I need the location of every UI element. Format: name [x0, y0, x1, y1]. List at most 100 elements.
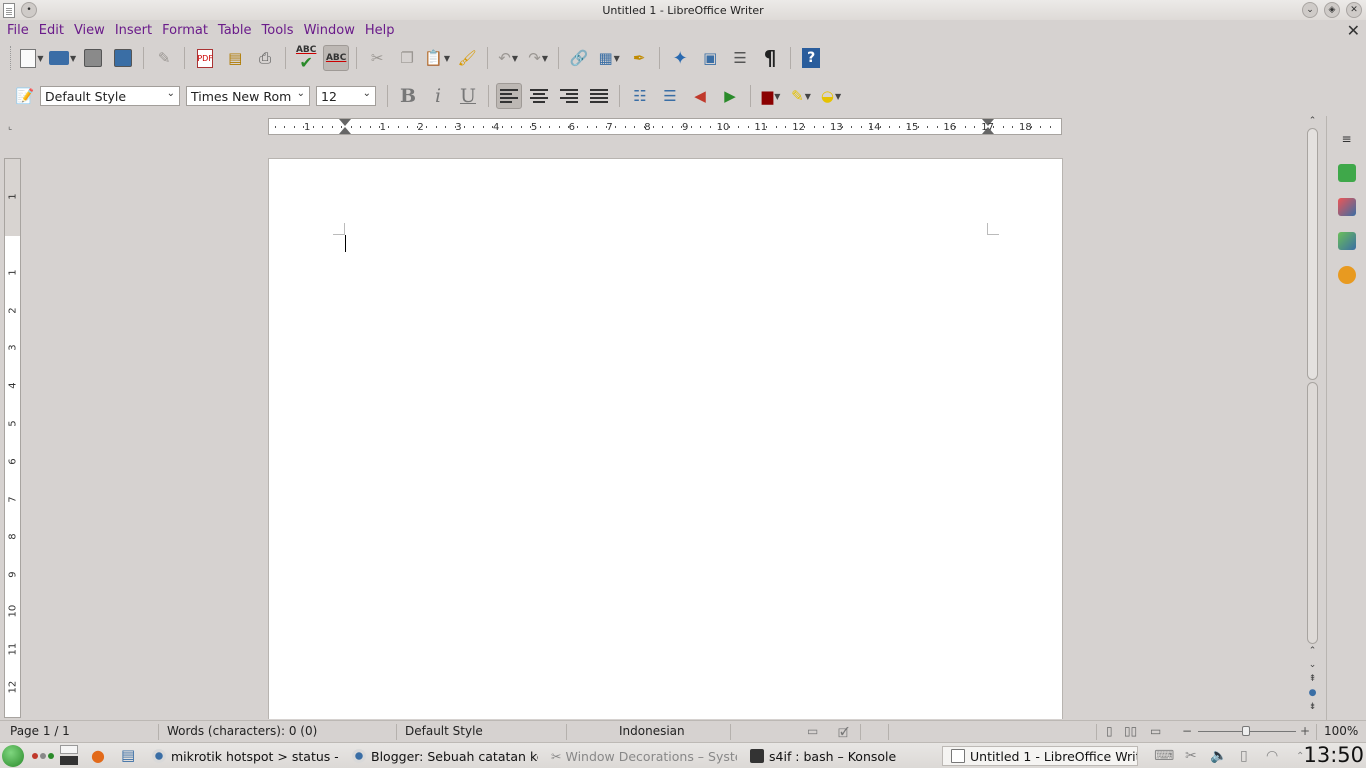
zoom-out-icon[interactable]: − — [1182, 724, 1192, 738]
menu-file[interactable]: File — [2, 23, 34, 38]
align-left-button[interactable] — [496, 83, 522, 109]
maximize-button[interactable]: ◈ — [1324, 2, 1340, 18]
task-libreoffice-writer[interactable]: Untitled 1 - LibreOffice Writer — [942, 746, 1138, 766]
underline-button[interactable]: U — [455, 83, 481, 109]
decrease-indent-button[interactable]: ◀ — [687, 83, 713, 109]
vertical-scrollbar[interactable]: ⌃ ⌃ ⌄ ⇞ ● ⇟ — [1305, 116, 1320, 718]
zoom-slider-handle[interactable] — [1242, 726, 1250, 736]
hyperlink-button[interactable]: 🔗 — [566, 45, 592, 71]
font-name-select[interactable]: Times New Rom ⌄ — [186, 86, 310, 106]
word-count[interactable]: Words (characters): 0 (0) — [167, 724, 317, 738]
insert-table-button[interactable]: ▦ ▼ — [596, 45, 622, 71]
desktop-pager-icon[interactable] — [60, 745, 78, 767]
toolbar-grip[interactable] — [10, 46, 13, 70]
font-color-button[interactable]: ▆ ▼ — [758, 83, 784, 109]
increase-indent-button[interactable]: ▶ — [717, 83, 743, 109]
horizontal-ruler[interactable]: 1 1 2 3 4 5 6 7 8 9 10 11 12 13 14 15 16 17 18 — [268, 118, 1062, 135]
sidebar-styles-button[interactable] — [1334, 194, 1360, 220]
zoom-in-icon[interactable]: + — [1300, 724, 1310, 738]
align-center-button[interactable] — [526, 83, 552, 109]
bullets-button[interactable]: ☰ — [657, 83, 683, 109]
first-line-indent-marker[interactable] — [339, 119, 351, 126]
highlighting-button[interactable]: ✎ ▼ — [788, 83, 814, 109]
battery-icon[interactable]: ▯ — [1240, 748, 1248, 764]
copy-button[interactable]: ❐ — [394, 45, 420, 71]
print-dropdown-button[interactable]: ▼ — [49, 45, 76, 71]
formatting-marks-button[interactable]: ¶ — [757, 45, 783, 71]
multi-page-view-icon[interactable]: ▯▯ — [1124, 724, 1137, 738]
volume-icon[interactable]: 🔈 — [1210, 748, 1227, 764]
tab-stop-selector[interactable]: ⌞ — [8, 122, 12, 132]
minimize-button[interactable]: ⌄ — [1302, 2, 1318, 18]
menu-window[interactable]: Window — [299, 23, 360, 38]
help-button[interactable]: ? — [798, 45, 824, 71]
task-konsole[interactable]: s4if : bash – Konsole — [750, 746, 936, 766]
menu-table[interactable]: Table — [213, 23, 257, 38]
styles-formatting-button[interactable]: 📝 — [12, 83, 38, 109]
page-count[interactable]: Page 1 / 1 — [10, 724, 70, 738]
book-view-icon[interactable]: ▭ — [1150, 724, 1161, 738]
file-manager-icon[interactable]: ▤ — [121, 746, 135, 764]
show-draw-functions-button[interactable]: ✒ — [626, 45, 652, 71]
align-right-button[interactable] — [556, 83, 582, 109]
paragraph-style-select[interactable]: Default Style ⌄ — [40, 86, 180, 106]
edit-mode-button[interactable]: ✎ — [151, 45, 177, 71]
bold-button[interactable]: B — [395, 83, 421, 109]
language[interactable]: Indonesian — [619, 724, 685, 738]
clock[interactable]: 13:50 — [1303, 743, 1364, 767]
klipper-scissors-icon[interactable]: ✂ — [1185, 748, 1197, 764]
task-window-decorations[interactable]: ✂ Window Decorations – Syster — [551, 746, 737, 766]
activities-icon[interactable] — [32, 752, 54, 759]
zoom-level[interactable]: 100% — [1324, 724, 1358, 738]
menu-tools[interactable]: Tools — [257, 23, 299, 38]
document-page[interactable] — [268, 158, 1063, 719]
scrollbar-thumb[interactable] — [1307, 128, 1318, 380]
spelling-button[interactable]: ABC ✔ — [293, 45, 319, 71]
gallery-button[interactable]: ▣ — [697, 45, 723, 71]
font-size-select[interactable]: 12 ⌄ — [316, 86, 376, 106]
sidebar-properties-button[interactable] — [1334, 160, 1360, 186]
cut-button[interactable]: ✂ — [364, 45, 390, 71]
print-preview-button[interactable]: ⎙ — [252, 45, 278, 71]
task-chrome-blogger[interactable]: Blogger: Sebuah catatan kecil — [352, 746, 538, 766]
undo-button[interactable]: ↶ ▼ — [495, 45, 521, 71]
single-page-view-icon[interactable]: ▯ — [1106, 724, 1113, 738]
redo-button[interactable]: ↷ ▼ — [525, 45, 551, 71]
navigator-button[interactable]: ✦ — [667, 45, 693, 71]
navigation-icon[interactable]: ● — [1305, 688, 1320, 700]
sidebar-menu-icon[interactable]: ≡ — [1334, 126, 1360, 152]
data-sources-button[interactable]: ☰ — [727, 45, 753, 71]
italic-button[interactable]: i — [425, 83, 451, 109]
save-as-button[interactable] — [110, 45, 136, 71]
menu-format[interactable]: Format — [157, 23, 213, 38]
wifi-icon[interactable]: ◠ — [1266, 748, 1278, 764]
window-menu-icon[interactable]: • — [21, 2, 37, 18]
app-document-icon[interactable] — [3, 2, 15, 18]
numbering-button[interactable]: ☷ — [627, 83, 653, 109]
next-page-icon[interactable]: ⇟ — [1305, 702, 1320, 714]
scroll-up-arrow-icon[interactable]: ⌃ — [1305, 646, 1320, 658]
vertical-ruler[interactable]: 1 1 2 3 4 5 6 7 8 9 10 11 12 — [4, 158, 21, 718]
insert-mode-icon[interactable]: ▭ — [807, 724, 818, 738]
close-document-icon[interactable]: ✕ — [1347, 21, 1360, 40]
scrollbar-track-lower[interactable] — [1307, 382, 1318, 644]
close-window-button[interactable]: ✕ — [1346, 2, 1362, 18]
background-color-button[interactable]: ◒ ▼ — [818, 83, 844, 109]
export-pdf-button[interactable]: PDF — [192, 45, 218, 71]
menu-insert[interactable]: Insert — [110, 23, 157, 38]
keyboard-icon[interactable]: ⌨ — [1154, 748, 1174, 764]
scroll-up-icon[interactable]: ⌃ — [1305, 116, 1320, 128]
previous-page-icon[interactable]: ⇞ — [1305, 674, 1320, 686]
save-button[interactable] — [80, 45, 106, 71]
sidebar-navigator-button[interactable] — [1334, 262, 1360, 288]
menu-help[interactable]: Help — [360, 23, 400, 38]
paste-button[interactable]: 📋 ▼ — [424, 45, 450, 71]
menu-edit[interactable]: Edit — [34, 23, 69, 38]
page-style[interactable]: Default Style — [405, 724, 483, 738]
autospellcheck-button[interactable]: ABC — [323, 45, 350, 71]
left-indent-marker[interactable] — [339, 127, 351, 134]
task-chrome-mikrotik[interactable]: mikrotik hotspot > status - Chr — [152, 746, 338, 766]
sidebar-gallery-button[interactable] — [1334, 228, 1360, 254]
justify-button[interactable] — [586, 83, 612, 109]
scroll-down-arrow-icon[interactable]: ⌄ — [1305, 660, 1320, 672]
